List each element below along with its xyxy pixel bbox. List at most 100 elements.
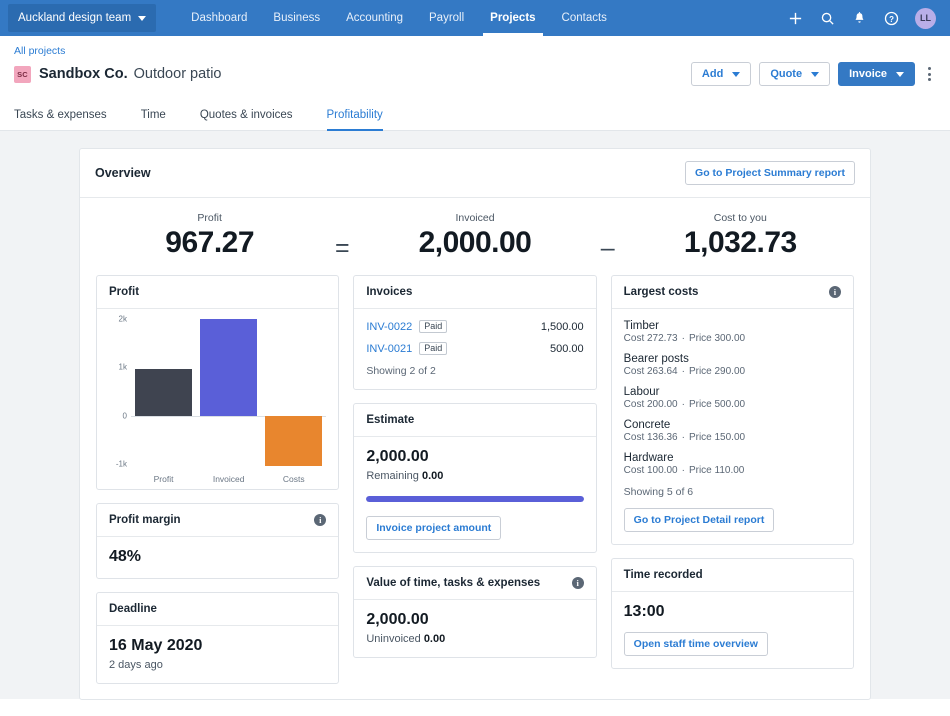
- chart-x-tick-label: Invoiced: [212, 474, 245, 484]
- value-of-time-uninvoiced: Uninvoiced 0.00: [366, 633, 583, 645]
- summary-cost-value: 1,032.73: [683, 226, 797, 259]
- profit-margin-body: 48%: [97, 537, 338, 578]
- time-recorded-title: Time recorded: [623, 569, 703, 581]
- cost-price: Price 150.00: [688, 432, 746, 443]
- estimate-progress-fill: [366, 496, 584, 502]
- add-button[interactable]: Add: [690, 62, 752, 86]
- cost-price: Price 110.00: [688, 465, 745, 476]
- nav-item-contacts[interactable]: Contacts: [549, 0, 620, 36]
- tab-time[interactable]: Time: [141, 100, 180, 130]
- value-of-time-body: 2,000.00 Uninvoiced 0.00: [354, 600, 595, 657]
- project-detail-report-button[interactable]: Go to Project Detail report: [623, 508, 775, 532]
- cost-meta: Cost 263.64 · Price 290.00: [624, 366, 841, 377]
- cost-amount: Cost 100.00: [623, 465, 678, 476]
- open-staff-time-overview-button[interactable]: Open staff time overview: [623, 632, 768, 656]
- right-column: Largest costs i Timber Cost 272.73 · Price …: [610, 275, 854, 684]
- invoices-card: Invoices INV-0022 Paid 1,500.00 INV-0021 Pai…: [353, 275, 597, 390]
- value-of-time-amount: 2,000.00: [366, 611, 429, 628]
- chart-bar: [200, 319, 258, 416]
- invoice-button[interactable]: Invoice: [838, 62, 915, 86]
- tab-profitability[interactable]: Profitability: [326, 100, 397, 131]
- time-recorded-value: 13:00: [623, 603, 665, 620]
- estimate-amount: 2,000.00: [366, 448, 429, 465]
- cost-amount: Cost 272.73: [623, 333, 678, 344]
- plus-icon[interactable]: [787, 10, 803, 26]
- status-badge: Paid: [419, 342, 448, 355]
- overview-header: Overview Go to Project Summary report: [80, 149, 870, 198]
- cost-name: Labour: [623, 386, 660, 398]
- breadcrumb[interactable]: All projects: [14, 45, 936, 57]
- quote-button[interactable]: Quote: [759, 62, 831, 86]
- chart-plot-area: 2k 1k 0 -1k: [116, 315, 327, 469]
- deadline-body: 16 May 2020 2 days ago: [97, 626, 338, 683]
- summary-profit-label: Profit: [197, 212, 222, 224]
- cost-list-item: Timber Cost 272.73 · Price 300.00: [624, 320, 841, 344]
- cost-price: Price 290.00: [688, 366, 746, 377]
- info-icon[interactable]: i: [828, 286, 841, 298]
- cost-meta: Cost 272.73 · Price 300.00: [624, 333, 841, 344]
- invoice-row: INV-0021 Paid 500.00: [366, 342, 584, 355]
- cost-amount: Cost 200.00: [623, 399, 678, 410]
- organisation-switcher[interactable]: Auckland design team: [8, 4, 157, 32]
- largest-costs-body: Timber Cost 272.73 · Price 300.00 Bearer pos…: [612, 309, 853, 544]
- project-summary-report-button[interactable]: Go to Project Summary report: [685, 161, 855, 185]
- profit-margin-card: Profit margin i 48%: [96, 503, 340, 579]
- profit-margin-header: Profit margin i: [97, 504, 339, 537]
- separator-dot: ·: [681, 333, 685, 344]
- separator-dot: ·: [681, 399, 685, 410]
- profit-chart-title: Profit: [109, 286, 140, 298]
- largest-costs-header: Largest costs i: [611, 276, 853, 309]
- uninvoiced-label: Uninvoiced: [366, 633, 421, 645]
- chart-y-tick-label: -1k: [115, 459, 127, 469]
- profit-bar-chart: 2k 1k 0 -1k Profit Invoiced Costs: [97, 309, 338, 489]
- summary-profit-value: 967.27: [165, 226, 255, 259]
- nav-item-accounting[interactable]: Accounting: [333, 0, 416, 36]
- search-icon[interactable]: [819, 10, 835, 26]
- invoice-number-link[interactable]: INV-0021: [366, 343, 412, 355]
- page-header: All projects SC Sandbox Co. Outdoor pati…: [0, 36, 950, 86]
- cost-meta: Cost 100.00 · Price 110.00: [624, 465, 841, 476]
- invoice-amount: 500.00: [550, 342, 584, 355]
- value-of-time-title: Value of time, tasks & expenses: [366, 577, 541, 589]
- nav-item-dashboard[interactable]: Dashboard: [178, 0, 260, 36]
- profit-margin-title: Profit margin: [109, 514, 181, 526]
- more-options-icon[interactable]: [923, 63, 936, 85]
- left-column: Profit 2k 1k 0 -1k Profit Invoiced Costs Prof…: [96, 275, 340, 684]
- invoice-amount: 1,500.00: [540, 320, 584, 333]
- tab-quotes-invoices[interactable]: Quotes & invoices: [200, 100, 307, 130]
- estimate-card: Estimate 2,000.00 Remaining 0.00 Invoice…: [353, 403, 597, 553]
- quote-button-label: Quote: [770, 68, 803, 80]
- header-actions: Add Quote Invoice: [690, 62, 936, 86]
- invoices-title: Invoices: [366, 286, 413, 298]
- invoice-project-amount-button[interactable]: Invoice project amount: [366, 516, 502, 540]
- help-icon[interactable]: ?: [883, 10, 899, 26]
- separator-dot: ·: [681, 465, 685, 476]
- info-icon[interactable]: i: [314, 514, 327, 526]
- bell-icon[interactable]: [851, 10, 867, 26]
- cost-meta: Cost 200.00 · Price 500.00: [624, 399, 841, 410]
- top-navigation-bar: Auckland design team Dashboard Business Ac…: [0, 0, 950, 36]
- summary-profit: Profit 967.27: [100, 212, 319, 260]
- chevron-down-icon: [732, 71, 741, 77]
- tab-tasks-expenses[interactable]: Tasks & expenses: [14, 100, 121, 130]
- cost-list-item: Hardware Cost 100.00 · Price 110.00: [624, 452, 841, 476]
- info-icon[interactable]: i: [571, 577, 584, 589]
- cost-list-item: Labour Cost 200.00 · Price 500.00: [624, 386, 841, 410]
- chart-bar: [135, 368, 193, 416]
- avatar[interactable]: LL: [915, 7, 936, 29]
- cost-price: Price 500.00: [688, 399, 746, 410]
- chart-y-tick-label: 2k: [118, 314, 127, 324]
- middle-column: Invoices INV-0022 Paid 1,500.00 INV-0021 Pai…: [353, 275, 597, 684]
- summary-invoiced-label: Invoiced: [455, 212, 495, 224]
- value-of-time-header: Value of time, tasks & expenses i: [354, 567, 596, 600]
- nav-item-business[interactable]: Business: [260, 0, 333, 36]
- nav-item-projects[interactable]: Projects: [477, 0, 548, 36]
- overview-panel: Overview Go to Project Summary report Pr…: [79, 148, 871, 700]
- cost-meta: Cost 136.36 · Price 150.00: [624, 432, 841, 443]
- estimate-body: 2,000.00 Remaining 0.00 Invoice project …: [354, 437, 595, 552]
- deadline-card: Deadline 16 May 2020 2 days ago: [96, 592, 340, 684]
- invoice-number-link[interactable]: INV-0022: [366, 321, 412, 333]
- organisation-name: Auckland design team: [18, 12, 132, 24]
- nav-item-payroll[interactable]: Payroll: [416, 0, 477, 36]
- status-badge: Paid: [419, 320, 448, 333]
